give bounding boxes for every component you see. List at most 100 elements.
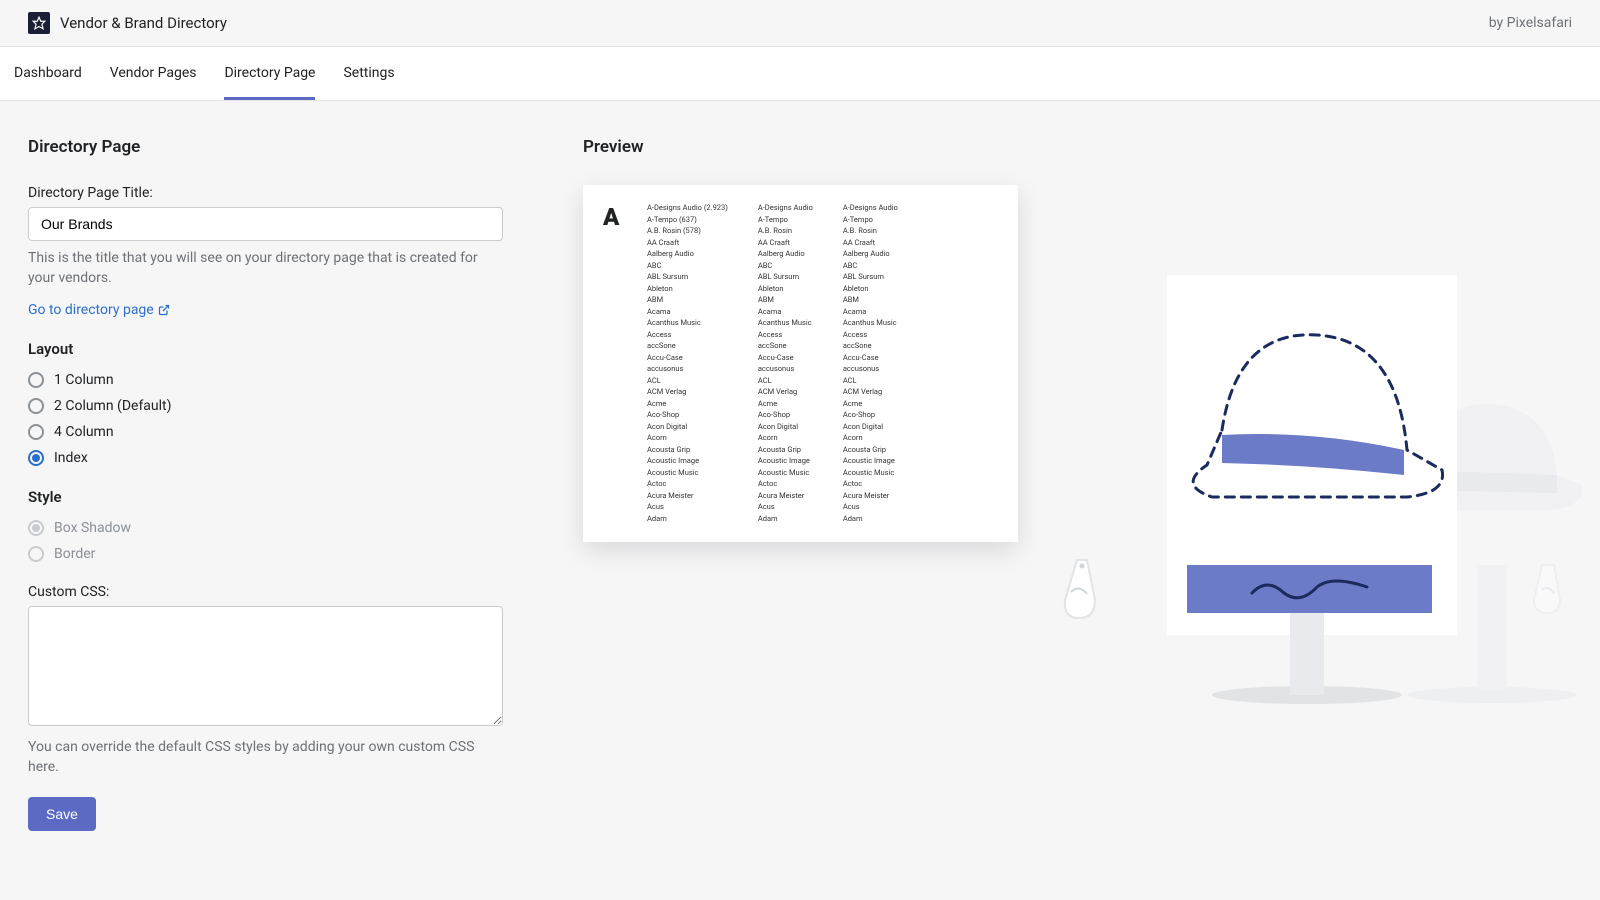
star-icon xyxy=(28,12,50,34)
preview-brand-item: Acorn xyxy=(758,433,813,444)
preview-brand-item: ACL xyxy=(758,376,813,387)
preview-brand-item: Acanthus Music xyxy=(843,318,898,329)
preview-brand-item: AA Craaft xyxy=(758,238,813,249)
header-left: Vendor & Brand Directory xyxy=(28,12,227,34)
settings-column: Directory Page Directory Page Title: Thi… xyxy=(28,137,503,831)
save-button[interactable]: Save xyxy=(28,797,96,831)
preview-brand-item: A.B. Rosin xyxy=(758,226,813,237)
preview-brand-item: AA Craaft xyxy=(647,238,728,249)
preview-brand-item: ACL xyxy=(647,376,728,387)
preview-brand-item: Access xyxy=(647,330,728,341)
layout-option-4col[interactable]: 4 Column xyxy=(28,424,503,440)
preview-brand-item: Ableton xyxy=(647,284,728,295)
preview-brand-item: ACL xyxy=(843,376,898,387)
tab-directory-page[interactable]: Directory Page xyxy=(224,47,315,100)
preview-heading: Preview xyxy=(583,137,1572,157)
preview-columns: A-Designs Audio (2.923)A-Tempo (637)A.B.… xyxy=(647,203,998,524)
custom-css-input[interactable] xyxy=(28,606,503,726)
preview-brand-item: Acura Meister xyxy=(843,491,898,502)
preview-brand-item: A.B. Rosin xyxy=(843,226,898,237)
preview-brand-item: accusonus xyxy=(758,364,813,375)
main-content: Directory Page Directory Page Title: Thi… xyxy=(0,101,1600,867)
preview-brand-item: Acon Digital xyxy=(843,422,898,433)
radio-label: Box Shadow xyxy=(54,520,131,536)
preview-brand-item: Acura Meister xyxy=(758,491,813,502)
preview-brand-item: accSone xyxy=(647,341,728,352)
preview-card: A A-Designs Audio (2.923)A-Tempo (637)A.… xyxy=(583,185,1018,542)
preview-brand-item: Acme xyxy=(647,399,728,410)
preview-brand-item: Access xyxy=(758,330,813,341)
preview-brand-item: ABM xyxy=(647,295,728,306)
preview-brand-item: Actoc xyxy=(647,479,728,490)
preview-brand-item: Aalberg Audio xyxy=(758,249,813,260)
preview-brand-item: Actoc xyxy=(843,479,898,490)
app-title: Vendor & Brand Directory xyxy=(60,14,227,32)
layout-option-1col[interactable]: 1 Column xyxy=(28,372,503,388)
preview-col-3: A-Designs AudioA-TempoA.B. RosinAA Craaf… xyxy=(843,203,898,524)
preview-col-2: A-Designs AudioA-TempoA.B. RosinAA Craaf… xyxy=(758,203,813,524)
preview-brand-item: Acama xyxy=(647,307,728,318)
preview-brand-item: Acoustic Image xyxy=(758,456,813,467)
preview-brand-item: Ableton xyxy=(758,284,813,295)
layout-option-2col[interactable]: 2 Column (Default) xyxy=(28,398,503,414)
preview-brand-item: Aalberg Audio xyxy=(843,249,898,260)
page-heading: Directory Page xyxy=(28,137,503,157)
preview-brand-item: Aco-Shop xyxy=(843,410,898,421)
preview-brand-item: Acorn xyxy=(843,433,898,444)
layout-option-index[interactable]: Index xyxy=(28,450,503,466)
preview-brand-item: A-Tempo xyxy=(758,215,813,226)
title-input[interactable] xyxy=(28,207,503,241)
preview-brand-item: ABM xyxy=(758,295,813,306)
preview-brand-item: Adam xyxy=(843,514,898,525)
preview-brand-item: Accu-Case xyxy=(758,353,813,364)
preview-brand-item: Acousta Grip xyxy=(647,445,728,456)
preview-brand-item: Acoustic Image xyxy=(843,456,898,467)
hat-illustration xyxy=(1012,275,1592,715)
byline: by Pixelsafari xyxy=(1489,15,1572,31)
preview-brand-item: Acoustic Music xyxy=(758,468,813,479)
tab-vendor-pages[interactable]: Vendor Pages xyxy=(110,47,197,100)
preview-brand-item: ABL Sursum xyxy=(647,272,728,283)
preview-column: Preview xyxy=(583,137,1572,831)
radio-icon xyxy=(28,424,44,440)
preview-brand-item: A-Designs Audio xyxy=(758,203,813,214)
tab-settings[interactable]: Settings xyxy=(343,47,394,100)
go-to-directory-link[interactable]: Go to directory page xyxy=(28,302,170,318)
radio-icon xyxy=(28,450,44,466)
preview-brand-item: Ableton xyxy=(843,284,898,295)
tab-dashboard[interactable]: Dashboard xyxy=(14,47,82,100)
radio-label: Border xyxy=(54,546,95,562)
app-header: Vendor & Brand Directory by Pixelsafari xyxy=(0,0,1600,47)
preview-brand-item: accSone xyxy=(843,341,898,352)
preview-brand-item: Adam xyxy=(647,514,728,525)
radio-label: 2 Column (Default) xyxy=(54,398,172,414)
preview-brand-item: Acus xyxy=(758,502,813,513)
preview-brand-item: ABM xyxy=(843,295,898,306)
layout-radio-group: 1 Column 2 Column (Default) 4 Column Ind… xyxy=(28,372,503,466)
preview-brand-item: ABC xyxy=(647,261,728,272)
preview-brand-item: Acoustic Music xyxy=(843,468,898,479)
style-heading: Style xyxy=(28,488,503,506)
radio-icon xyxy=(28,372,44,388)
preview-brand-item: Acousta Grip xyxy=(843,445,898,456)
radio-label: 1 Column xyxy=(54,372,114,388)
preview-brand-item: Acama xyxy=(758,307,813,318)
preview-brand-item: Aalberg Audio xyxy=(647,249,728,260)
title-help: This is the title that you will see on y… xyxy=(28,249,503,288)
preview-brand-item: Acousta Grip xyxy=(758,445,813,456)
preview-brand-item: ACM Verlag xyxy=(758,387,813,398)
preview-brand-item: Acanthus Music xyxy=(647,318,728,329)
external-link-icon xyxy=(158,304,170,316)
preview-brand-item: ACM Verlag xyxy=(647,387,728,398)
preview-brand-item: ABL Sursum xyxy=(843,272,898,283)
preview-brand-item: Acme xyxy=(843,399,898,410)
preview-brand-item: Acon Digital xyxy=(758,422,813,433)
style-option-box-shadow: Box Shadow xyxy=(28,520,503,536)
preview-brand-item: ACM Verlag xyxy=(843,387,898,398)
title-label: Directory Page Title: xyxy=(28,185,503,201)
preview-brand-item: Acura Meister xyxy=(647,491,728,502)
preview-brand-item: Acme xyxy=(758,399,813,410)
style-radio-group: Box Shadow Border xyxy=(28,520,503,562)
preview-brand-item: Acus xyxy=(843,502,898,513)
preview-brand-item: Aco-Shop xyxy=(647,410,728,421)
